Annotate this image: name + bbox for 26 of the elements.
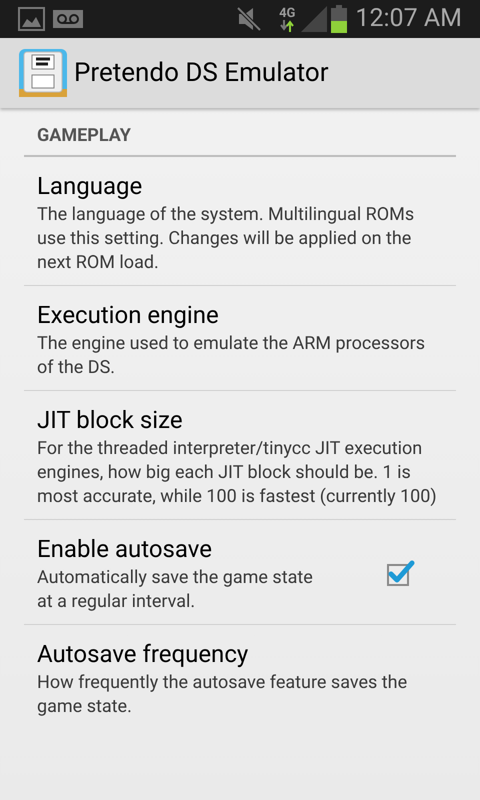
preference-summary: The engine used to emulate the ARM processors of the DS. [37, 332, 426, 380]
preference-title: Execution engine [37, 300, 220, 330]
category-header: GAMEPLAY [37, 125, 131, 146]
preference-title: Autosave frequency [37, 639, 250, 669]
checked-checkbox[interactable] [385, 559, 415, 589]
image-icon [18, 7, 45, 31]
preference-title: Enable autosave [37, 534, 213, 564]
preference-item[interactable]: Autosave frequency How frequently the autosave feature saves the game state. [24, 625, 456, 729]
voicemail-icon [53, 7, 83, 31]
battery-icon [331, 5, 348, 33]
network-type: 4G [279, 6, 296, 20]
signal-icon [301, 6, 328, 32]
preference-item[interactable]: Language The language of the system. Multilingual ROMs use this setting. Changes will be applied on the next ROM load. [24, 157, 456, 286]
app-icon[interactable] [19, 49, 67, 97]
preference-title: Language [37, 171, 144, 201]
preference-summary: For the threaded interpreter/tinycc JIT execution engines, how big each JIT block should be. 1 is most accurate, while 100 is fastest (currently 100) [37, 437, 438, 509]
preference-summary: How frequently the autosave feature saves the game state. [37, 671, 408, 719]
preference-item[interactable]: Enable autosave Automatically save the game state at a regular interval. [24, 520, 456, 625]
data-arrows-icon [279, 20, 296, 32]
preference-item[interactable]: Execution engine The engine used to emulate the ARM processors of the DS. [24, 286, 456, 391]
preference-item[interactable]: JIT block size For the threaded interpreter/tinycc JIT execution engines, how big each JIT block should be. 1 is most accurate, while 100 is fastest (currently 100) [24, 391, 456, 520]
app-title: Pretendo DS Emulator [74, 56, 329, 90]
preference-summary: Automatically save the game state at a regular interval. [37, 566, 314, 614]
clock: 12:07 AM [355, 3, 462, 36]
preference-summary: The language of the system. Multilingual ROMs use this setting. Changes will be applied on the next ROM load. [37, 203, 416, 275]
preference-title: JIT block size [37, 405, 184, 435]
